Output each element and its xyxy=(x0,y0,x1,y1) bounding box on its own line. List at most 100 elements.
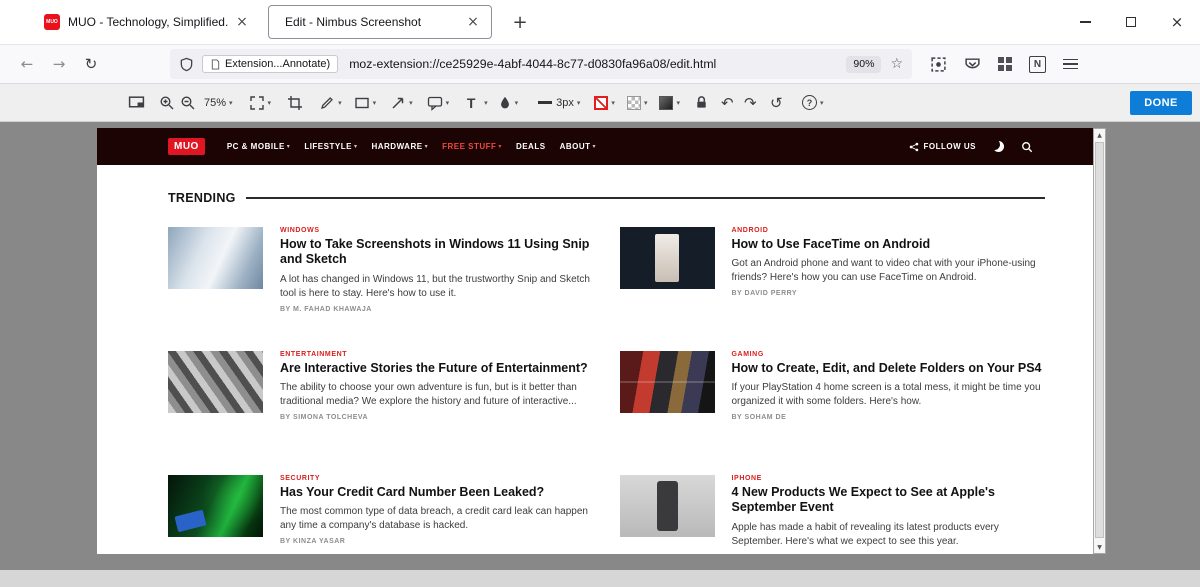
minimize-button[interactable] xyxy=(1062,0,1108,44)
article-byline[interactable]: BY M. FAHAD KHAWAJA xyxy=(280,306,594,313)
nimbus-note-icon[interactable]: N xyxy=(1029,56,1046,73)
toolbar-extensions: N xyxy=(930,56,1078,73)
article-thumbnail[interactable] xyxy=(620,227,715,289)
bookmark-star-icon[interactable]: ☆ xyxy=(890,56,903,72)
url-bar[interactable]: Extension...Annotate) moz-extension://ce… xyxy=(170,49,912,79)
arrow-tool-button[interactable]: ▾ xyxy=(390,95,413,111)
callout-tool-button[interactable]: ▾ xyxy=(427,95,450,111)
redo-button[interactable]: ↷ xyxy=(744,94,764,112)
article-card[interactable]: IPHONE 4 New Products We Expect to See a… xyxy=(620,475,1046,554)
article-byline[interactable]: BY DAVID PERRY xyxy=(732,290,1046,297)
fullscreen-button[interactable]: ▾ xyxy=(249,95,272,111)
zoom-out-button[interactable] xyxy=(180,95,196,111)
muo-logo[interactable]: MUO xyxy=(168,138,205,155)
nav-item-hardware[interactable]: HARDWARE▾ xyxy=(371,142,428,151)
article-byline[interactable]: BY KINZA YASAR xyxy=(280,538,594,545)
chevron-down-icon: ▾ xyxy=(644,99,648,107)
undo-button[interactable]: ↶ xyxy=(721,94,741,112)
article-category[interactable]: WINDOWS xyxy=(280,227,594,234)
article-text: ANDROID How to Use FaceTime on Android G… xyxy=(732,227,1046,331)
stroke-color-button[interactable]: ▾ xyxy=(594,96,615,110)
chevron-down-icon: ▾ xyxy=(268,99,272,107)
article-thumbnail[interactable] xyxy=(620,475,715,537)
search-icon[interactable] xyxy=(1021,141,1033,153)
article-card[interactable]: ANDROID How to Use FaceTime on Android G… xyxy=(620,227,1046,331)
close-window-button[interactable]: × xyxy=(1154,0,1200,44)
nav-item-about[interactable]: ABOUT▾ xyxy=(560,142,596,151)
nimbus-capture-icon[interactable] xyxy=(930,56,947,73)
scrollbar-thumb[interactable] xyxy=(1095,142,1104,538)
article-card[interactable]: WINDOWS How to Take Screenshots in Windo… xyxy=(168,227,594,331)
blur-tool-button[interactable]: ▾ xyxy=(498,95,519,110)
article-description: The ability to choose your own adventure… xyxy=(280,381,594,409)
rotate-button[interactable]: ↺ xyxy=(770,94,790,112)
scroll-down-icon[interactable]: ▼ xyxy=(1094,541,1105,553)
article-card[interactable]: GAMING How to Create, Edit, and Delete F… xyxy=(620,351,1046,455)
maximize-button[interactable] xyxy=(1108,0,1154,44)
article-category[interactable]: SECURITY xyxy=(280,475,594,482)
shape-tool-button[interactable]: ▾ xyxy=(354,95,377,111)
follow-us-link[interactable]: FOLLOW US xyxy=(909,142,977,152)
shadow-button[interactable]: ▾ xyxy=(659,96,680,110)
crop-button[interactable] xyxy=(287,95,303,111)
new-tab-button[interactable]: + xyxy=(506,8,534,36)
article-title[interactable]: How to Use FaceTime on Android xyxy=(732,237,1046,252)
article-thumbnail[interactable] xyxy=(168,351,263,413)
pocket-icon[interactable] xyxy=(964,56,981,73)
zoom-level-dropdown[interactable]: 75% ▾ xyxy=(204,97,233,109)
page-scrollbar[interactable]: ▲ ▼ xyxy=(1093,128,1106,554)
pencil-tool-button[interactable]: ▾ xyxy=(319,95,342,111)
article-category[interactable]: GAMING xyxy=(732,351,1046,358)
nav-item-pc-mobile[interactable]: PC & MOBILE▾ xyxy=(227,142,290,151)
tab-close-icon[interactable]: × xyxy=(463,14,483,30)
muo-header-right: FOLLOW US xyxy=(909,141,1034,153)
article-thumbnail[interactable] xyxy=(168,475,263,537)
lock-button[interactable] xyxy=(694,95,709,110)
scroll-up-icon[interactable]: ▲ xyxy=(1094,129,1105,141)
article-category[interactable]: ANDROID xyxy=(732,227,1046,234)
shield-icon[interactable] xyxy=(179,57,194,72)
tab-muo[interactable]: MUO MUO - Technology, Simplified. × xyxy=(36,5,260,39)
fill-color-button[interactable]: ▾ xyxy=(627,96,648,110)
tab-label: Edit - Nimbus Screenshot xyxy=(285,15,463,29)
refresh-button[interactable]: ↻ xyxy=(78,51,104,77)
article-byline[interactable]: BY SOHAM DE xyxy=(732,414,1046,421)
editor-canvas: MUO PC & MOBILE▾ LIFESTYLE▾ HARDWARE▾ FR… xyxy=(0,122,1200,587)
extension-badge[interactable]: Extension...Annotate) xyxy=(202,55,338,73)
muo-site-header: MUO PC & MOBILE▾ LIFESTYLE▾ HARDWARE▾ FR… xyxy=(97,128,1093,165)
article-title[interactable]: 4 New Products We Expect to See at Apple… xyxy=(732,485,1046,516)
article-card[interactable]: ENTERTAINMENT Are Interactive Stories th… xyxy=(168,351,594,455)
menu-icon[interactable] xyxy=(1063,59,1078,70)
article-thumbnail[interactable] xyxy=(168,227,263,289)
article-thumbnail[interactable] xyxy=(620,351,715,413)
fit-screen-button[interactable] xyxy=(128,94,145,111)
line-width-dropdown[interactable]: 3px ▾ xyxy=(538,97,580,109)
tab-close-icon[interactable]: × xyxy=(232,14,252,30)
article-byline[interactable]: BY SIMONA TOLCHEVA xyxy=(280,414,594,421)
tab-nimbus-edit[interactable]: Edit - Nimbus Screenshot × xyxy=(268,5,492,39)
article-title[interactable]: Are Interactive Stories the Future of En… xyxy=(280,361,594,376)
page-zoom-badge[interactable]: 90% xyxy=(846,56,881,73)
done-button[interactable]: DONE xyxy=(1130,91,1192,115)
article-category[interactable]: ENTERTAINMENT xyxy=(280,351,594,358)
nav-item-deals[interactable]: DEALS xyxy=(516,142,546,151)
article-category[interactable]: IPHONE xyxy=(732,475,1046,482)
nav-item-free-stuff[interactable]: FREE STUFF▾ xyxy=(442,142,502,151)
apps-grid-icon[interactable] xyxy=(998,57,1012,71)
zoom-in-button[interactable] xyxy=(159,95,175,111)
forward-button[interactable]: → xyxy=(46,51,72,77)
extension-badge-label: Extension...Annotate) xyxy=(225,58,330,70)
back-button[interactable]: ← xyxy=(14,51,40,77)
nav-item-lifestyle[interactable]: LIFESTYLE▾ xyxy=(304,142,357,151)
article-title[interactable]: How to Take Screenshots in Windows 11 Us… xyxy=(280,237,594,268)
minimize-icon xyxy=(1080,21,1091,23)
section-divider xyxy=(246,197,1045,199)
article-title[interactable]: Has Your Credit Card Number Been Leaked? xyxy=(280,485,594,500)
help-dropdown[interactable]: ? ▾ xyxy=(802,95,824,110)
stroke-color-swatch xyxy=(594,96,608,110)
url-text[interactable]: moz-extension://ce25929e-4abf-4044-8c77-… xyxy=(349,57,716,71)
article-card[interactable]: SECURITY Has Your Credit Card Number Bee… xyxy=(168,475,594,554)
text-tool-button[interactable]: T ▾ xyxy=(461,95,488,111)
dark-mode-moon-icon[interactable] xyxy=(993,141,1004,152)
article-title[interactable]: How to Create, Edit, and Delete Folders … xyxy=(732,361,1046,376)
